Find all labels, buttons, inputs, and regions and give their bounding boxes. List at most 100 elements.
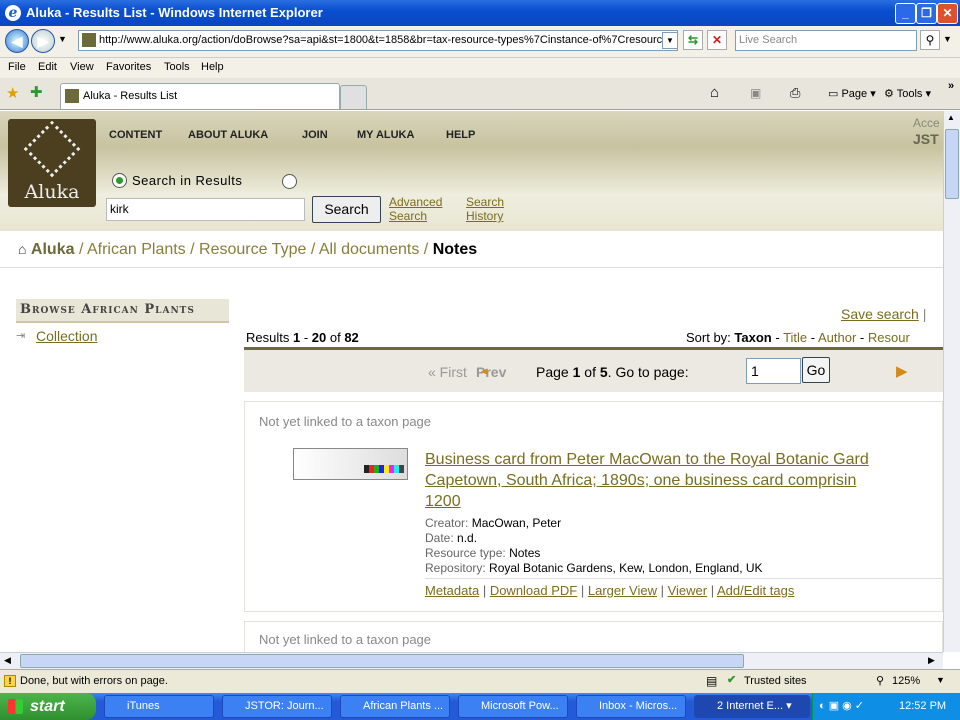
- next-arrow-icon[interactable]: ▶: [896, 362, 908, 380]
- radio-search-in-results[interactable]: [112, 173, 127, 188]
- page-menu[interactable]: ▭ Page ▾: [828, 87, 876, 100]
- nav-content[interactable]: CONTENT: [109, 129, 162, 141]
- task-inbox[interactable]: Inbox - Micros...: [576, 695, 686, 718]
- logo-text: Aluka: [24, 181, 80, 203]
- sort-title[interactable]: Title: [783, 330, 807, 345]
- scroll-right-icon[interactable]: ▶: [928, 655, 935, 666]
- back-button[interactable]: ◀: [5, 29, 29, 53]
- save-search-label: Save search: [841, 306, 919, 322]
- date-value: n.d.: [457, 531, 478, 545]
- go-button[interactable]: Go: [802, 357, 830, 383]
- search-button[interactable]: Search: [312, 196, 381, 223]
- save-search-link[interactable]: Save search |: [841, 306, 926, 322]
- goto-page-input[interactable]: 1: [746, 358, 801, 384]
- maximize-button[interactable]: ❐: [916, 3, 937, 24]
- menu-favorites[interactable]: Favorites: [106, 61, 151, 73]
- metadata-link[interactable]: Metadata: [425, 583, 479, 598]
- pager-first[interactable]: « First: [428, 364, 467, 380]
- search-options-icon[interactable]: ▼: [943, 34, 952, 44]
- favorites-star-icon[interactable]: ★: [6, 84, 19, 102]
- search-input[interactable]: kirk: [106, 198, 305, 221]
- tab-label: Aluka - Results List: [83, 90, 178, 102]
- nav-about[interactable]: ABOUT ALUKA: [188, 129, 268, 141]
- page-word: Page: [536, 364, 569, 380]
- nav-my-aluka[interactable]: MY ALUKA: [357, 129, 414, 141]
- breadcrumb-african-plants[interactable]: African Plants: [87, 241, 186, 258]
- zoom-level[interactable]: 125%: [892, 675, 920, 687]
- search-history-l2: History: [466, 209, 504, 223]
- breadcrumb-home[interactable]: Aluka: [31, 241, 75, 258]
- menu-tools[interactable]: Tools: [164, 61, 190, 73]
- start-button[interactable]: start: [0, 693, 96, 720]
- vertical-scrollbar[interactable]: ▲: [943, 111, 960, 652]
- scroll-left-icon[interactable]: ◀: [4, 655, 11, 666]
- zoom-dropdown-icon[interactable]: ▼: [936, 675, 945, 685]
- results-from: 1: [292, 330, 301, 345]
- horizontal-scrollbar[interactable]: ◀ ▶: [0, 652, 943, 669]
- menu-file[interactable]: File: [8, 61, 26, 73]
- horizontal-scroll-thumb[interactable]: [20, 654, 744, 668]
- download-pdf-link[interactable]: Download PDF: [490, 583, 577, 598]
- address-url: http://www.aluka.org/action/doBrowse?sa=…: [99, 34, 678, 46]
- stop-button[interactable]: ✕: [707, 30, 727, 50]
- vertical-scroll-thumb[interactable]: [945, 129, 959, 199]
- nav-join[interactable]: JOIN: [302, 129, 328, 141]
- sidebar-item-collection[interactable]: Collection: [36, 328, 97, 344]
- print-icon[interactable]: ⎙: [790, 85, 800, 101]
- sort-author[interactable]: Author: [818, 330, 856, 345]
- tab-favicon: [65, 89, 79, 103]
- minimize-button[interactable]: _: [895, 3, 916, 24]
- refresh-button[interactable]: ⇆: [683, 30, 703, 50]
- sort-resource[interactable]: Resour: [868, 330, 910, 345]
- add-edit-tags-link[interactable]: Add/Edit tags: [717, 583, 794, 598]
- forward-button[interactable]: ▶: [31, 29, 55, 53]
- warning-icon[interactable]: !: [4, 675, 16, 687]
- live-search-button[interactable]: ⚲: [920, 30, 940, 50]
- site-favicon: [82, 33, 96, 47]
- result-thumbnail[interactable]: [293, 448, 408, 480]
- radio-search-all[interactable]: [282, 174, 297, 189]
- home-icon: ⌂: [18, 241, 27, 257]
- menu-view[interactable]: View: [70, 61, 94, 73]
- home-icon[interactable]: ⌂: [710, 84, 719, 101]
- breadcrumb-current: Notes: [432, 241, 478, 258]
- task-powerpoint[interactable]: Microsoft Pow...: [458, 695, 568, 718]
- advanced-search-link[interactable]: Advanced Search: [389, 195, 442, 223]
- zoom-icon[interactable]: ⚲: [876, 674, 884, 687]
- aluka-logo[interactable]: Aluka: [8, 119, 96, 207]
- task-jstor[interactable]: JSTOR: Journ...: [222, 695, 332, 718]
- task-itunes[interactable]: iTunes: [104, 695, 214, 718]
- task-internet-explorer[interactable]: 2 Internet E... ▾: [694, 695, 810, 718]
- history-dropdown-icon[interactable]: ▼: [58, 34, 67, 44]
- feeds-icon[interactable]: ▣: [750, 86, 761, 100]
- tray-icons[interactable]: ◐ ▣ ◉ ✓: [819, 699, 864, 712]
- breadcrumb-all-documents[interactable]: All documents: [319, 241, 420, 258]
- close-button[interactable]: ✕: [937, 3, 958, 24]
- result-title-link[interactable]: Business card from Peter MacOwan to the …: [425, 449, 869, 512]
- results-count: Results 1 - 20 of 82: [246, 330, 359, 345]
- collection-arrow-icon: ⇥: [16, 330, 26, 342]
- sort-taxon[interactable]: Taxon: [734, 330, 771, 345]
- tools-menu[interactable]: ⚙ Tools ▾: [884, 87, 931, 100]
- search-history-link[interactable]: Search History: [466, 195, 504, 223]
- trusted-check-icon: ✔: [727, 674, 737, 686]
- ie-icon: e: [5, 5, 21, 21]
- breadcrumb-resource-type[interactable]: Resource Type: [199, 241, 306, 258]
- task-label: Microsoft Pow...: [481, 700, 559, 712]
- chevron-more-icon[interactable]: »: [948, 80, 954, 92]
- address-dropdown-button[interactable]: ▼: [662, 32, 678, 49]
- larger-view-link[interactable]: Larger View: [588, 583, 657, 598]
- nav-help[interactable]: HELP: [446, 129, 475, 141]
- viewer-link[interactable]: Viewer: [668, 583, 708, 598]
- sort-bar: Sort by: Taxon - Title - Author - Resour: [686, 330, 910, 345]
- add-favorite-icon[interactable]: ✚: [30, 83, 43, 101]
- new-tab-button[interactable]: [340, 85, 367, 109]
- live-search-input[interactable]: Live Search: [735, 30, 917, 51]
- tab-aluka-results[interactable]: Aluka - Results List: [60, 83, 340, 109]
- task-african-plants[interactable]: African Plants ...: [340, 695, 450, 718]
- menu-edit[interactable]: Edit: [38, 61, 57, 73]
- address-bar[interactable]: http://www.aluka.org/action/doBrowse?sa=…: [78, 30, 678, 51]
- search-in-results-label: Search in Results: [132, 173, 243, 188]
- menu-help[interactable]: Help: [201, 61, 224, 73]
- scroll-up-icon[interactable]: ▲: [947, 113, 955, 122]
